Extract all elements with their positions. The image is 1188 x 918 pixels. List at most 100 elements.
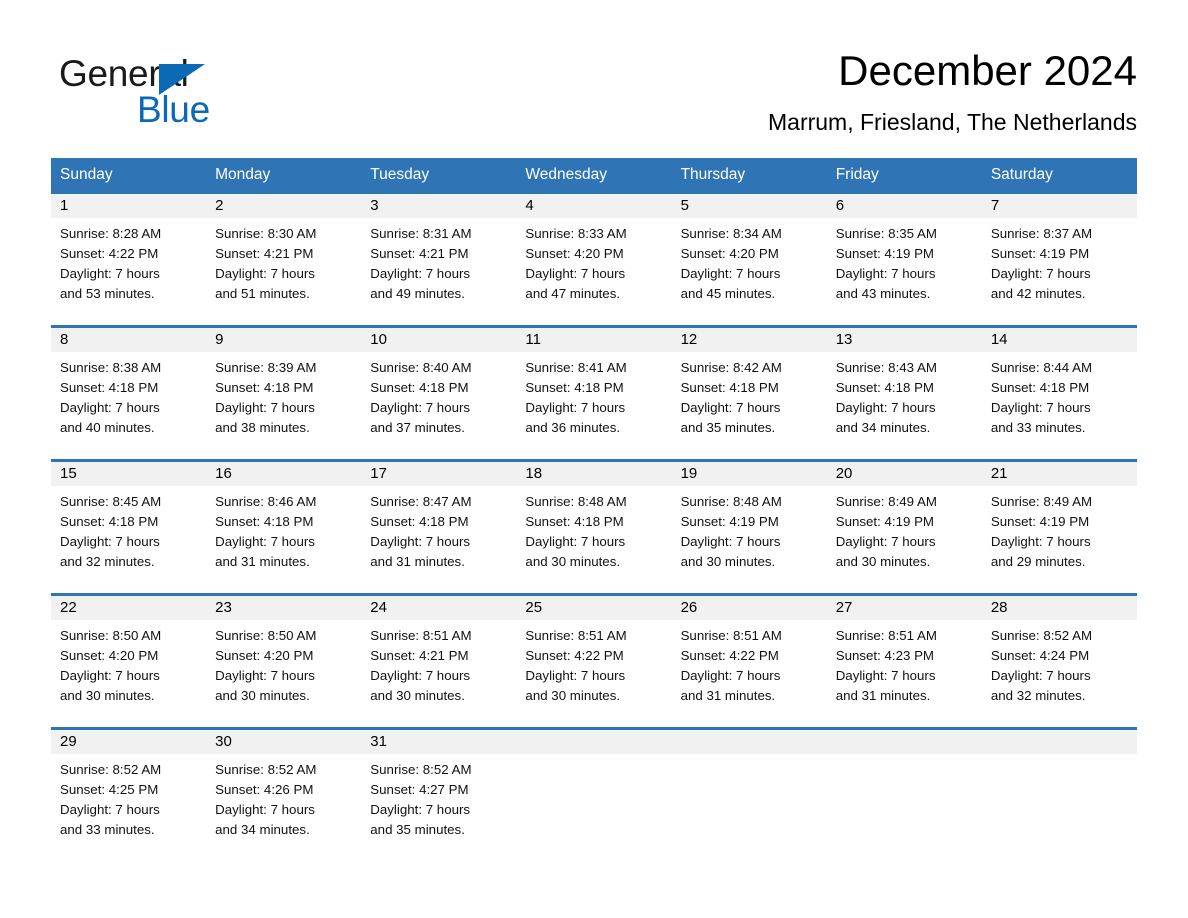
sunrise-text: Sunrise: 8:50 AM xyxy=(215,628,317,643)
day-cell-inner: 14 Sunrise: 8:44 AM Sunset: 4:18 PM Dayligh… xyxy=(981,328,1137,459)
calendar-day-cell[interactable]: 4 Sunrise: 8:33 AM Sunset: 4:20 PM Daylight… xyxy=(516,191,672,327)
general-blue-logo[interactable]: General Blue xyxy=(59,52,359,132)
sunrise-text: Sunrise: 8:49 AM xyxy=(990,494,1093,509)
sunrise-text: Sunrise: 8:30 AM xyxy=(215,226,317,241)
day-number: 5 xyxy=(671,194,827,218)
sunrise-text: Sunrise: 8:51 AM xyxy=(680,628,782,643)
calendar-day-cell[interactable]: 14 Sunrise: 8:44 AM Sunset: 4:18 PM Dayligh… xyxy=(981,325,1137,461)
sunset-text: Sunset: 4:19 PM xyxy=(835,246,935,261)
daylight-text-line1: Daylight: 7 hours xyxy=(215,534,315,549)
daylight-text-line2: and 31 minutes. xyxy=(215,554,310,569)
calendar-day-cell[interactable]: 22 Sunrise: 8:50 AM Sunset: 4:20 PM Dayligh… xyxy=(51,593,207,729)
daylight-text-line1: Daylight: 7 hours xyxy=(680,266,781,281)
calendar-day-cell[interactable]: 12 Sunrise: 8:42 AM Sunset: 4:18 PM Dayligh… xyxy=(671,325,827,461)
day-cell-inner xyxy=(981,730,1137,861)
calendar-day-cell[interactable]: 19 Sunrise: 8:48 AM Sunset: 4:19 PM Dayligh… xyxy=(671,459,827,595)
calendar-day-cell[interactable]: 16 Sunrise: 8:46 AM Sunset: 4:18 PM Dayligh… xyxy=(206,459,362,595)
sunrise-text: Sunrise: 8:37 AM xyxy=(990,226,1093,241)
daylight-text-line2: and 32 minutes. xyxy=(60,554,155,569)
calendar-day-cell[interactable]: 7 Sunrise: 8:37 AM Sunset: 4:19 PM Daylight… xyxy=(981,191,1137,327)
daylight-text-line2: and 43 minutes. xyxy=(835,286,931,301)
sunset-text: Sunset: 4:22 PM xyxy=(680,648,779,663)
calendar-day-cell[interactable]: 27 Sunrise: 8:51 AM Sunset: 4:23 PM Dayligh… xyxy=(826,593,982,729)
day-cell-inner: 3 Sunrise: 8:31 AM Sunset: 4:21 PM Daylight… xyxy=(361,194,517,325)
calendar-day-cell[interactable]: 1 Sunrise: 8:28 AM Sunset: 4:22 PM Daylight… xyxy=(51,191,207,327)
calendar-day-cell[interactable]: 15 Sunrise: 8:45 AM Sunset: 4:18 PM Dayligh… xyxy=(51,459,207,595)
daylight-text-line2: and 31 minutes. xyxy=(835,688,931,703)
day-number xyxy=(671,730,827,754)
sunset-text: Sunset: 4:18 PM xyxy=(835,380,935,395)
day-cell-inner: 11 Sunrise: 8:41 AM Sunset: 4:18 PM Dayligh… xyxy=(516,328,672,459)
calendar-day-cell[interactable]: 11 Sunrise: 8:41 AM Sunset: 4:18 PM Dayligh… xyxy=(516,325,672,461)
calendar-day-cell[interactable]: 20 Sunrise: 8:49 AM Sunset: 4:19 PM Dayligh… xyxy=(826,459,982,595)
day-number: 2 xyxy=(206,194,362,218)
sunset-text: Sunset: 4:18 PM xyxy=(525,380,624,395)
daylight-text-line1: Daylight: 7 hours xyxy=(525,534,626,549)
day-details: Sunrise: 8:52 AM Sunset: 4:25 PM Daylight:… xyxy=(51,754,206,840)
day-number: 17 xyxy=(361,462,517,486)
calendar-day-cell[interactable]: 5 Sunrise: 8:34 AM Sunset: 4:20 PM Daylight… xyxy=(671,191,827,327)
calendar-day-cell[interactable]: 3 Sunrise: 8:31 AM Sunset: 4:21 PM Daylight… xyxy=(361,191,517,327)
daylight-text-line1: Daylight: 7 hours xyxy=(60,668,160,683)
sunrise-text: Sunrise: 8:52 AM xyxy=(370,762,472,777)
calendar-week-row: 22 Sunrise: 8:50 AM Sunset: 4:20 PM Dayligh… xyxy=(51,593,1137,729)
daylight-text-line1: Daylight: 7 hours xyxy=(525,400,626,415)
daylight-text-line2: and 37 minutes. xyxy=(370,420,465,435)
daylight-text-line2: and 34 minutes. xyxy=(835,420,931,435)
daylight-text-line1: Daylight: 7 hours xyxy=(60,266,160,281)
calendar-day-cell[interactable]: 18 Sunrise: 8:48 AM Sunset: 4:18 PM Dayligh… xyxy=(516,459,672,595)
day-details xyxy=(672,754,827,760)
sunset-text: Sunset: 4:21 PM xyxy=(215,246,314,261)
day-cell-inner: 6 Sunrise: 8:35 AM Sunset: 4:19 PM Daylight… xyxy=(826,194,982,325)
sunrise-text: Sunrise: 8:39 AM xyxy=(215,360,317,375)
day-cell-inner: 7 Sunrise: 8:37 AM Sunset: 4:19 PM Daylight… xyxy=(981,194,1137,325)
calendar-header-row: Sunday Monday Tuesday Wednesday Thursday Frid… xyxy=(51,158,1137,193)
daylight-text-line1: Daylight: 7 hours xyxy=(680,400,781,415)
calendar-day-cell[interactable]: 23 Sunrise: 8:50 AM Sunset: 4:20 PM Dayligh… xyxy=(206,593,362,729)
sunset-text: Sunset: 4:18 PM xyxy=(60,380,159,395)
calendar-day-cell[interactable]: 17 Sunrise: 8:47 AM Sunset: 4:18 PM Dayligh… xyxy=(361,459,517,595)
daylight-text-line2: and 30 minutes. xyxy=(215,688,310,703)
sunset-text: Sunset: 4:20 PM xyxy=(525,246,624,261)
day-details: Sunrise: 8:51 AM Sunset: 4:23 PM Daylight:… xyxy=(827,620,982,706)
calendar-day-cell[interactable]: 26 Sunrise: 8:51 AM Sunset: 4:22 PM Dayligh… xyxy=(671,593,827,729)
day-cell-inner: 27 Sunrise: 8:51 AM Sunset: 4:23 PM Dayligh… xyxy=(826,596,982,727)
day-number: 23 xyxy=(206,596,362,620)
calendar-day-cell[interactable]: 28 Sunrise: 8:52 AM Sunset: 4:24 PM Dayligh… xyxy=(981,593,1137,729)
daylight-text-line1: Daylight: 7 hours xyxy=(370,802,471,817)
day-cell-inner: 21 Sunrise: 8:49 AM Sunset: 4:19 PM Dayligh… xyxy=(981,462,1137,593)
calendar-day-cell[interactable]: 2 Sunrise: 8:30 AM Sunset: 4:21 PM Daylight… xyxy=(206,191,362,327)
sunset-text: Sunset: 4:27 PM xyxy=(370,782,469,797)
sunrise-text: Sunrise: 8:31 AM xyxy=(370,226,472,241)
calendar-day-cell[interactable]: 24 Sunrise: 8:51 AM Sunset: 4:21 PM Dayligh… xyxy=(361,593,517,729)
day-number: 4 xyxy=(516,194,672,218)
calendar-day-cell[interactable]: 25 Sunrise: 8:51 AM Sunset: 4:22 PM Dayligh… xyxy=(516,593,672,729)
day-details: Sunrise: 8:37 AM Sunset: 4:19 PM Daylight:… xyxy=(982,218,1137,304)
calendar-day-cell[interactable]: 8 Sunrise: 8:38 AM Sunset: 4:18 PM Daylight… xyxy=(51,325,207,461)
calendar-day-cell[interactable]: 9 Sunrise: 8:39 AM Sunset: 4:18 PM Daylight… xyxy=(206,325,362,461)
sunrise-text: Sunrise: 8:48 AM xyxy=(525,494,627,509)
day-details: Sunrise: 8:35 AM Sunset: 4:19 PM Daylight:… xyxy=(827,218,982,304)
daylight-text-line2: and 35 minutes. xyxy=(680,420,776,435)
daylight-text-line2: and 33 minutes. xyxy=(990,420,1086,435)
day-number: 1 xyxy=(51,194,207,218)
sunrise-text: Sunrise: 8:52 AM xyxy=(215,762,317,777)
day-details: Sunrise: 8:41 AM Sunset: 4:18 PM Daylight:… xyxy=(516,352,671,438)
day-number: 26 xyxy=(671,596,827,620)
calendar-day-cell-empty xyxy=(981,727,1137,861)
day-number: 8 xyxy=(51,328,207,352)
calendar-day-cell[interactable]: 21 Sunrise: 8:49 AM Sunset: 4:19 PM Dayligh… xyxy=(981,459,1137,595)
day-cell-inner: 24 Sunrise: 8:51 AM Sunset: 4:21 PM Dayligh… xyxy=(361,596,517,727)
calendar-day-cell[interactable]: 10 Sunrise: 8:40 AM Sunset: 4:18 PM Dayligh… xyxy=(361,325,517,461)
calendar-day-cell[interactable]: 30 Sunrise: 8:52 AM Sunset: 4:26 PM Dayligh… xyxy=(206,727,362,861)
day-number: 21 xyxy=(981,462,1137,486)
calendar-day-cell[interactable]: 13 Sunrise: 8:43 AM Sunset: 4:18 PM Dayligh… xyxy=(826,325,982,461)
calendar-day-cell[interactable]: 31 Sunrise: 8:52 AM Sunset: 4:27 PM Dayligh… xyxy=(361,727,517,861)
page-header: General Blue December 2024 Marrum, Fries… xyxy=(51,44,1137,144)
location-subtitle: Marrum, Friesland, The Netherlands xyxy=(768,109,1137,135)
calendar-day-cell[interactable]: 29 Sunrise: 8:52 AM Sunset: 4:25 PM Dayligh… xyxy=(51,727,207,861)
sunrise-text: Sunrise: 8:41 AM xyxy=(525,360,627,375)
sunrise-text: Sunrise: 8:50 AM xyxy=(60,628,162,643)
calendar-day-cell[interactable]: 6 Sunrise: 8:35 AM Sunset: 4:19 PM Daylight… xyxy=(826,191,982,327)
day-number: 14 xyxy=(981,328,1137,352)
